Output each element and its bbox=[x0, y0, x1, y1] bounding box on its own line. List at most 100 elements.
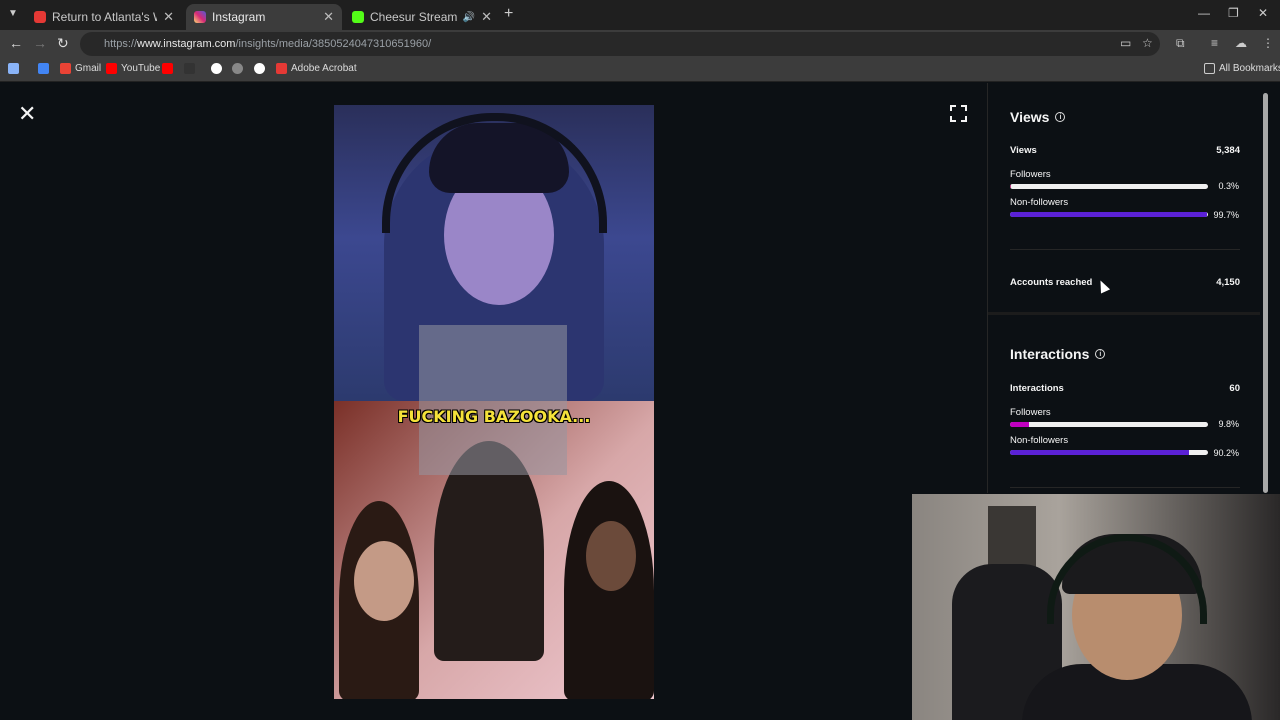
interactions-nonfollowers-bar bbox=[1010, 450, 1208, 455]
globe-icon[interactable] bbox=[184, 63, 199, 74]
url-path: /insights/media/3850524047310651960/ bbox=[235, 38, 432, 50]
interactions-followers-bar bbox=[1010, 422, 1208, 427]
divider bbox=[1010, 249, 1240, 250]
headset bbox=[382, 113, 607, 233]
apps-grid-icon[interactable] bbox=[8, 63, 23, 74]
restore-icon[interactable]: ❐ bbox=[1228, 6, 1239, 20]
docs-icon[interactable] bbox=[38, 63, 53, 74]
face-left bbox=[354, 541, 414, 621]
url-host: www.instagram.com bbox=[137, 38, 236, 50]
panel-scrollbar[interactable] bbox=[1260, 83, 1270, 493]
profile-cloud-icon[interactable]: ☁ bbox=[1235, 36, 1247, 50]
scrollbar-thumb[interactable] bbox=[1263, 93, 1268, 493]
url-prefix: https:// bbox=[104, 38, 138, 50]
views-nonfollowers-percent: 99.7% bbox=[1213, 210, 1239, 220]
accounts-reached-label: Accounts reached bbox=[1010, 277, 1093, 288]
interactions-total-value: 60 bbox=[1229, 383, 1240, 394]
back-icon[interactable]: ← bbox=[9, 35, 23, 51]
youtube-icon bbox=[106, 63, 117, 74]
tab-close-icon[interactable]: ✕ bbox=[481, 9, 492, 25]
close-icon[interactable]: ✕ bbox=[18, 103, 36, 125]
views-section-title: Views i bbox=[1010, 109, 1066, 125]
views-total-value: 5,384 bbox=[1216, 145, 1240, 156]
tab-instagram[interactable]: Instagram ✕ bbox=[186, 4, 342, 30]
webcam-overlay bbox=[912, 494, 1280, 720]
gmail-icon bbox=[60, 63, 71, 74]
section-separator bbox=[988, 312, 1261, 315]
interactions-followers-label: Followers bbox=[1010, 407, 1051, 418]
address-bar[interactable]: https://www.instagram.com/insights/media… bbox=[80, 32, 1160, 56]
instagram-favicon-icon bbox=[194, 11, 206, 23]
cast-icon[interactable]: ▭ bbox=[1120, 36, 1131, 50]
speaker-icon[interactable]: 🔊 bbox=[463, 12, 475, 23]
acrobat-icon bbox=[276, 63, 287, 74]
bookmark-adobe-acrobat[interactable]: Adobe Acrobat bbox=[276, 63, 357, 74]
insights-panel: Views i Views 5,384 Followers 0.3% Non-f… bbox=[987, 83, 1261, 493]
bookmark-label: Adobe Acrobat bbox=[291, 63, 357, 74]
views-title-text: Views bbox=[1010, 109, 1050, 125]
views-total-label: Views bbox=[1010, 145, 1037, 156]
views-followers-label: Followers bbox=[1010, 169, 1051, 180]
interactions-nonfollowers-label: Non-followers bbox=[1010, 435, 1069, 446]
views-followers-bar-fill bbox=[1010, 184, 1011, 189]
close-window-icon[interactable]: ✕ bbox=[1258, 6, 1268, 20]
interactions-followers-percent: 9.8% bbox=[1218, 419, 1239, 429]
google-icon[interactable] bbox=[254, 63, 269, 74]
tab-close-icon[interactable]: ✕ bbox=[323, 9, 334, 25]
interactions-nonfollowers-percent: 90.2% bbox=[1213, 448, 1239, 458]
all-bookmarks-label: All Bookmarks bbox=[1219, 63, 1280, 74]
fullscreen-icon[interactable] bbox=[950, 105, 967, 122]
views-nonfollowers-label: Non-followers bbox=[1010, 197, 1069, 208]
bookmark-label: Gmail bbox=[75, 63, 102, 74]
accounts-reached-value: 4,150 bbox=[1216, 277, 1240, 288]
interactions-nonfollowers-bar-fill bbox=[1010, 450, 1189, 455]
navigation-bar: ← → ↻ https://www.instagram.com/insights… bbox=[0, 30, 1280, 58]
overlay-inset bbox=[419, 325, 567, 475]
tab-title: Instagram bbox=[212, 10, 266, 24]
views-total-row: Views 5,384 bbox=[1010, 145, 1240, 156]
bookmark-label: YouTube bbox=[121, 63, 161, 74]
bookmark-gmail[interactable]: Gmail bbox=[60, 63, 101, 74]
tab-close-icon[interactable]: ✕ bbox=[163, 9, 174, 25]
interactions-total-row: Interactions 60 bbox=[1010, 383, 1240, 394]
tab-youtube[interactable]: Return to Atlanta's Wildest Jail ✕ bbox=[26, 4, 182, 30]
tab-title: Cheesur Stream - Watch Li bbox=[370, 10, 459, 24]
reel-video[interactable]: FUCKING BAZOOKA... bbox=[334, 105, 654, 699]
interactions-followers-bar-fill bbox=[1010, 422, 1030, 427]
google-icon[interactable] bbox=[211, 63, 226, 74]
face-right bbox=[586, 521, 636, 591]
forward-icon[interactable]: → bbox=[33, 35, 47, 51]
tab-kick[interactable]: Cheesur Stream - Watch Li 🔊 ✕ bbox=[344, 4, 500, 30]
kick-favicon-icon bbox=[352, 11, 364, 23]
menu-kebab-icon[interactable]: ⋮ bbox=[1262, 36, 1274, 50]
media-controls-icon[interactable]: ≡ bbox=[1211, 36, 1218, 50]
views-followers-percent: 0.3% bbox=[1218, 181, 1239, 191]
info-icon[interactable]: i bbox=[1095, 349, 1106, 359]
all-bookmarks[interactable]: All Bookmarks bbox=[1204, 63, 1280, 74]
new-tab-button[interactable]: + bbox=[504, 5, 513, 23]
bookmark-star-icon[interactable]: ☆ bbox=[1142, 36, 1153, 50]
views-nonfollowers-bar bbox=[1010, 212, 1208, 217]
video-caption: FUCKING BAZOOKA... bbox=[397, 407, 591, 426]
divider bbox=[1010, 487, 1240, 488]
views-followers-bar bbox=[1010, 184, 1208, 189]
info-icon[interactable]: i bbox=[1055, 112, 1066, 122]
youtube-icon[interactable] bbox=[162, 63, 177, 74]
interactions-title-text: Interactions bbox=[1010, 346, 1090, 362]
globe-icon[interactable] bbox=[232, 63, 247, 74]
reload-icon[interactable]: ↻ bbox=[57, 35, 69, 52]
minimize-icon[interactable]: — bbox=[1198, 6, 1210, 20]
youtube-favicon-icon bbox=[34, 11, 46, 23]
interactions-total-label: Interactions bbox=[1010, 383, 1064, 394]
folder-icon bbox=[1204, 63, 1215, 74]
instagram-insights-page: ✕ FUCKING BAZOOKA... Views i Views 5,384… bbox=[0, 83, 1280, 720]
tab-title: Return to Atlanta's Wildest Jail bbox=[52, 10, 157, 24]
interactions-section-title: Interactions i bbox=[1010, 346, 1106, 362]
views-nonfollowers-bar-fill bbox=[1010, 212, 1208, 217]
bookmark-youtube[interactable]: YouTube bbox=[106, 63, 160, 74]
tab-bar: ▼ Return to Atlanta's Wildest Jail ✕ Ins… bbox=[0, 0, 1280, 30]
bookmarks-bar: Gmail YouTube Adobe Acrobat All Bookmark… bbox=[0, 58, 1280, 82]
accounts-reached-row[interactable]: Accounts reached 4,150 bbox=[1010, 277, 1240, 288]
tab-search-chevron-icon[interactable]: ▼ bbox=[5, 6, 21, 22]
extensions-icon[interactable]: ⧉ bbox=[1176, 36, 1185, 51]
